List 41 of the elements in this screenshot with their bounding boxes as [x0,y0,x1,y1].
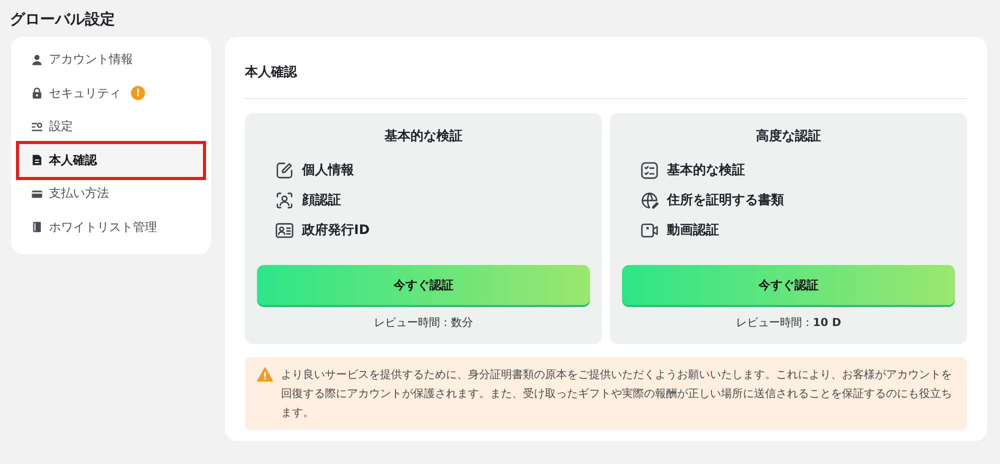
sidebar-item-label: アカウント情報 [49,51,133,68]
review-time: レビュー時間：10 D [736,315,842,330]
sidebar-item[interactable]: アカウント情報 [19,43,203,76]
sidebar-item-label: ホワイトリスト管理 [49,218,157,236]
lock-icon [31,87,43,100]
feature-label: 基本的な検証 [667,162,745,179]
feature-label: 動画認証 [667,222,719,239]
face-scan-icon [275,190,294,210]
checklist-icon [640,160,659,180]
page-title: グローバル設定 [9,9,116,30]
verify-button[interactable]: 今すぐ認証 [257,265,590,305]
sidebar-item-label: 本人確認 [49,152,97,169]
card-title: 高度な認証 [755,128,822,145]
sidebar-item[interactable]: 設定 [19,110,203,144]
sliders-icon [31,120,43,133]
sidebar-item-label: 支払い方法 [49,185,109,202]
document-icon [31,154,43,166]
card-icon [31,188,43,200]
verify-button[interactable]: 今すぐ認証 [622,265,955,305]
sidebar-item[interactable]: ホワイトリスト管理 [19,210,203,244]
feature-label: 住所を証明する書類 [667,192,784,209]
feature-label: 政府発行ID [302,222,370,239]
id-card-icon [275,220,294,240]
sidebar-item-label: セキュリティ [49,84,121,102]
edit-icon [275,160,294,180]
globe-pen-icon [640,190,659,210]
feature-label: 個人情報 [302,162,354,179]
sidebar-item[interactable]: 本人確認 [19,144,203,177]
sidebar-item[interactable]: セキュリティ ! [19,76,203,110]
book-icon [31,221,43,234]
video-camera-icon [640,220,659,240]
review-time: レビュー時間：数分 [374,315,473,330]
alert-badge: ! [131,86,145,100]
sidebar-item-label: 設定 [49,118,73,136]
feature-label: 顔認証 [302,192,341,209]
card-title: 基本的な検証 [384,128,464,145]
warning-icon [257,367,273,382]
sidebar-item[interactable]: 支払い方法 [19,177,203,210]
panel-title: 本人確認 [245,37,967,99]
person-icon [31,54,43,66]
notice-text: より良いサービスを提供するために、身分証明書類の原本をご提供いただくようお願いいたします。これにより、お客様がアカウントを回復する際にアカウントが保護されます。また、受け取ったギフトや実際の報酬が正しい場所に送信されることを保証するのにも役立ちます。 [281,367,953,421]
